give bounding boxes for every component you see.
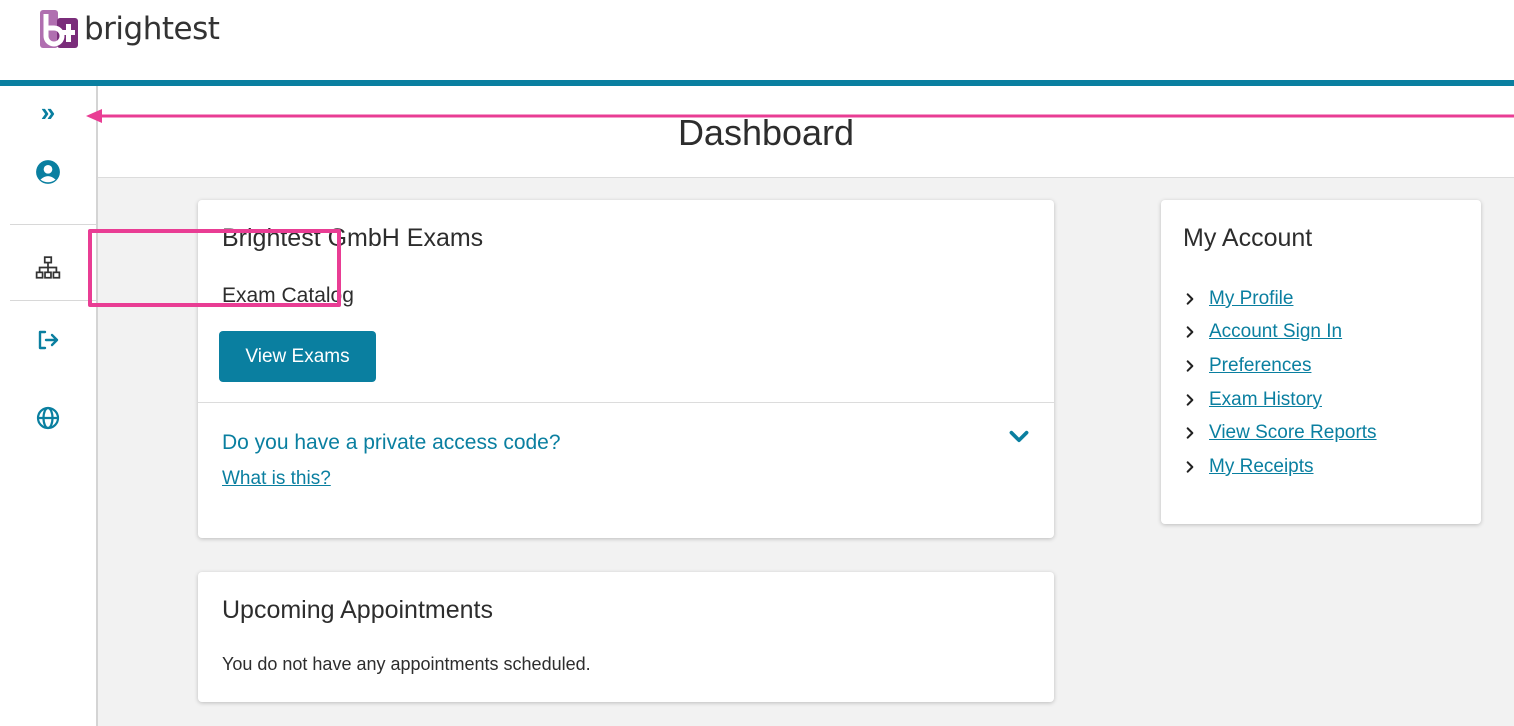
chevron-right-icon — [1186, 461, 1194, 473]
account-links-list: My Profile Account Sign In Preferences E… — [1183, 282, 1377, 484]
brand-logo[interactable]: brightest — [40, 10, 220, 48]
chevrons-right-icon: » — [40, 97, 56, 127]
my-receipts-link[interactable]: My Receipts — [1209, 456, 1314, 478]
sidebar: » — [0, 86, 98, 726]
chevron-right-icon — [1186, 326, 1194, 339]
view-exams-button[interactable]: View Exams — [219, 331, 376, 382]
private-access-code-toggle[interactable]: Do you have a private access code? — [222, 431, 561, 455]
exams-card: Brightest GmbH Exams Exam Catalog View E… — [198, 200, 1054, 538]
chevron-right-icon — [1186, 360, 1194, 372]
top-bar: brightest — [0, 0, 1514, 80]
preferences-link[interactable]: Preferences — [1209, 355, 1311, 377]
chevron-right-icon — [1186, 427, 1194, 439]
sidebar-item-sitemap[interactable] — [0, 238, 96, 298]
my-account-title: My Account — [1183, 224, 1313, 252]
exam-history-link[interactable]: Exam History — [1209, 389, 1322, 411]
what-is-this-link[interactable]: What is this? — [222, 468, 331, 490]
appointments-card-title: Upcoming Appointments — [222, 596, 493, 624]
globe-icon — [36, 406, 60, 430]
brightest-logo-icon — [40, 10, 78, 48]
list-item: Account Sign In — [1183, 316, 1377, 350]
list-item: My Profile — [1183, 282, 1377, 316]
sidebar-item-language[interactable] — [0, 388, 96, 448]
title-band: Dashboard — [98, 86, 1514, 178]
sidebar-divider — [10, 224, 96, 225]
sidebar-divider — [10, 300, 96, 301]
account-sign-in-link[interactable]: Account Sign In — [1209, 321, 1342, 343]
chevron-right-icon — [1186, 293, 1194, 305]
list-item: View Score Reports — [1183, 416, 1377, 450]
brand-name: brightest — [84, 11, 220, 47]
page-title: Dashboard — [677, 112, 855, 153]
sitemap-icon — [35, 256, 61, 279]
no-appointments-text: You do not have any appointments schedul… — [222, 654, 591, 674]
chevron-right-icon — [1186, 393, 1194, 406]
my-account-card: My Account My Profile Account Sign In Pr… — [1161, 200, 1481, 524]
my-profile-link[interactable]: My Profile — [1209, 288, 1293, 310]
sidebar-item-sign-out[interactable] — [0, 310, 96, 370]
exams-card-title: Brightest GmbH Exams — [222, 224, 484, 252]
sidebar-expand-button[interactable]: » — [0, 86, 96, 138]
exam-catalog-label: Exam Catalog — [222, 284, 354, 307]
sidebar-item-profile[interactable] — [0, 142, 96, 202]
chevron-down-icon[interactable] — [1006, 424, 1032, 450]
appointments-card: Upcoming Appointments You do not have an… — [198, 572, 1054, 702]
user-circle-icon — [36, 160, 60, 184]
card-divider — [198, 402, 1054, 403]
list-item: Exam History — [1183, 383, 1377, 417]
view-score-reports-link[interactable]: View Score Reports — [1209, 422, 1377, 444]
list-item: Preferences — [1183, 349, 1377, 383]
main-content: Dashboard Brightest GmbH Exams Exam Cata… — [98, 86, 1514, 726]
sign-out-icon — [38, 330, 59, 350]
list-item: My Receipts — [1183, 450, 1377, 484]
